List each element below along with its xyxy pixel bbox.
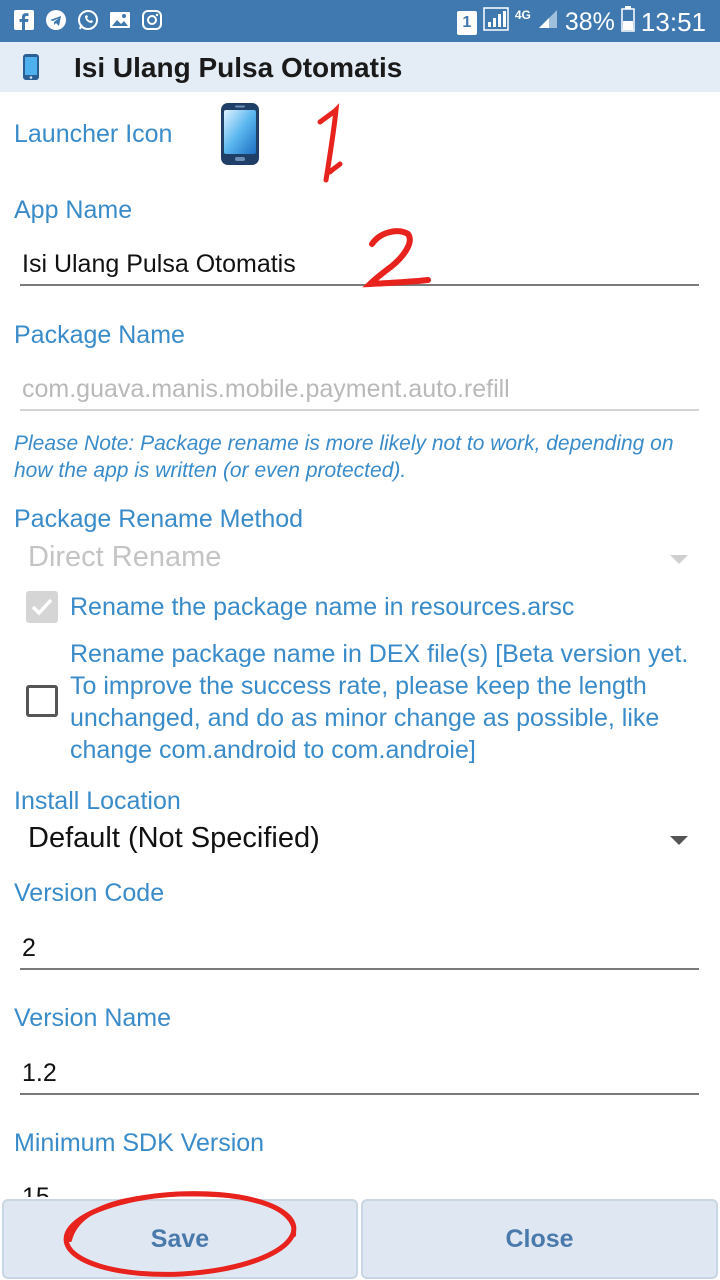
signal-icon [483,7,509,38]
close-button[interactable]: Close [361,1199,718,1279]
check-icon [31,598,53,616]
save-button[interactable]: Save [2,1199,358,1279]
launcher-icon-picker[interactable] [220,102,260,171]
phone-app-icon [22,53,40,86]
version-code-label: Version Code [14,879,165,907]
title-bar: Isi Ulang Pulsa Otomatis [0,42,720,92]
network-type: 4G [514,7,531,22]
launcher-icon-label: Launcher Icon [14,120,173,148]
facebook-icon [12,8,36,32]
min-sdk-label: Minimum SDK Version [14,1129,265,1157]
resources-arsc-checkbox[interactable] [26,591,58,623]
page-title: Isi Ulang Pulsa Otomatis [74,52,403,83]
phone-icon [221,103,259,165]
version-name-label: Version Name [14,1004,172,1032]
annotation-mark-1 [317,103,343,183]
package-rename-note: Please Note: Package rename is more like… [14,432,674,482]
battery-icon [621,6,635,39]
sim-icon: 1 [456,10,477,35]
app-name-label: App Name [14,196,133,224]
battery-percent: 38% [564,8,615,36]
whatsapp-icon [76,8,100,32]
gallery-icon [108,8,132,32]
notification-icons [12,8,164,32]
telegram-icon [44,8,68,32]
rename-method-dropdown[interactable]: Direct Rename [28,541,688,574]
package-name-field[interactable]: com.guava.manis.mobile.payment.auto.refi… [20,369,699,411]
clock: 13:51 [640,7,706,37]
button-bar: Save Close [0,1197,720,1280]
install-location-dropdown[interactable]: Default (Not Specified) [28,822,688,855]
rename-method-value: Direct Rename [28,541,222,573]
install-location-value: Default (Not Specified) [28,822,320,854]
system-status: 1 4G 38% 13:51 [456,6,706,39]
signal-strength-icon [537,8,559,37]
instagram-icon [140,8,164,32]
install-location-label: Install Location [14,787,181,815]
rename-method-label: Package Rename Method [14,505,304,533]
chevron-down-icon [670,836,688,845]
dex-rename-option-label: Rename package name in DEX file(s) [Beta… [70,640,689,764]
dex-rename-checkbox[interactable] [26,685,58,717]
version-code-field[interactable]: 2 [20,928,699,970]
version-name-field[interactable]: 1.2 [20,1053,699,1095]
app-name-field[interactable]: Isi Ulang Pulsa Otomatis [20,244,699,286]
chevron-down-icon [670,555,688,564]
resources-arsc-option-label: Rename the package name in resources.ars… [70,593,575,621]
package-name-label: Package Name [14,321,185,349]
status-bar: 1 4G 38% 13:51 [0,0,720,42]
